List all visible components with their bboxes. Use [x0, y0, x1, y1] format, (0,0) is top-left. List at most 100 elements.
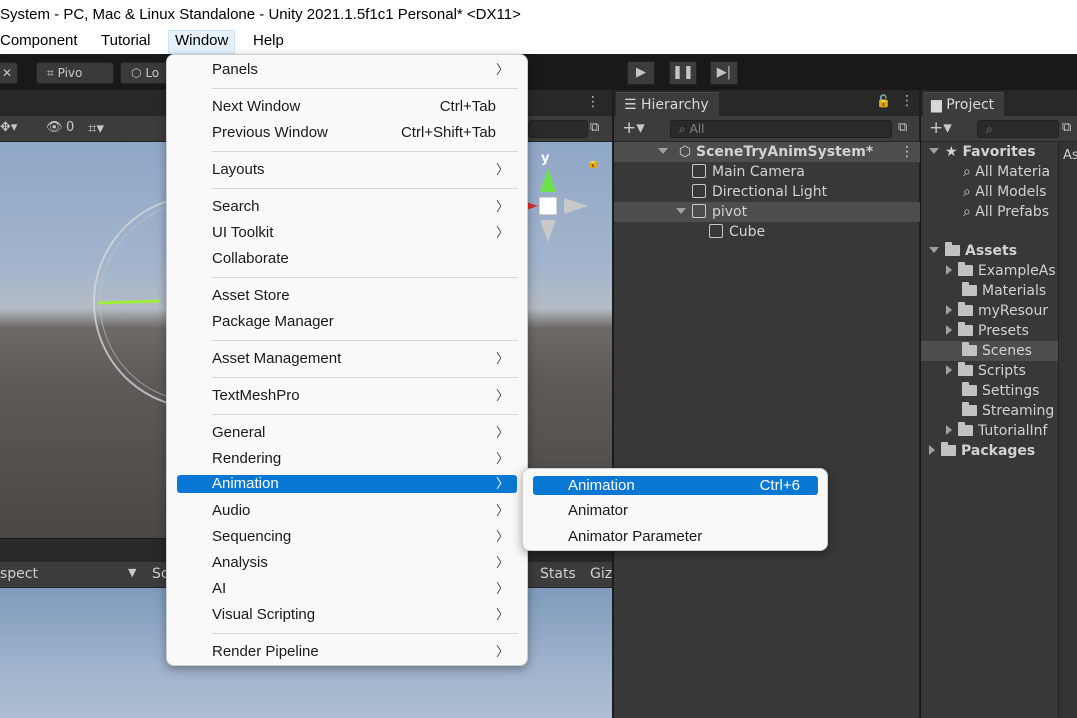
menu-item-search[interactable]: Search 〉	[177, 195, 517, 219]
favorite-item-all-prefabs[interactable]: ⌕ All Prefabs	[921, 202, 1058, 222]
scene-search-input[interactable]	[528, 120, 588, 138]
menu-help[interactable]: Help	[247, 30, 290, 54]
menu-item-textmeshpro[interactable]: TextMeshPro 〉	[177, 384, 517, 408]
hierarchy-item-main-camera[interactable]: Main Camera	[614, 162, 920, 182]
draw-mode-icon[interactable]: ✥▾	[0, 120, 17, 135]
visibility-count: 0	[66, 120, 75, 135]
packages-row[interactable]: Packages	[921, 441, 1058, 461]
menu-item-visual-scripting[interactable]: Visual Scripting 〉	[177, 603, 517, 627]
submenu-item-animation[interactable]: Animation Ctrl+6	[533, 476, 818, 495]
chevron-right-icon: 〉	[495, 607, 509, 622]
favorite-item-all-materials[interactable]: ⌕ All Materia	[921, 162, 1058, 182]
expand-arrow-icon[interactable]	[946, 325, 952, 335]
hierarchy-item-directional-light[interactable]: Directional Light	[614, 182, 920, 202]
aspect-dropdown[interactable]: spect	[0, 566, 38, 582]
submenu-item-animator[interactable]: Animator	[533, 501, 818, 520]
hierarchy-kebab-icon[interactable]: ⋮	[900, 93, 914, 109]
menu-item-audio[interactable]: Audio 〉	[177, 499, 517, 523]
menu-item-ai[interactable]: AI 〉	[177, 577, 517, 601]
menu-item-render-pipeline[interactable]: Render Pipeline 〉	[177, 640, 517, 664]
menu-item-label: Previous Window	[212, 124, 328, 141]
stats-button[interactable]: Stats	[540, 566, 576, 582]
expand-arrow-icon[interactable]	[929, 148, 939, 154]
menu-item-next-window[interactable]: Next Window Ctrl+Tab	[177, 95, 517, 119]
search-icon: ⌕	[986, 122, 993, 136]
project-add-button[interactable]: +▾	[929, 118, 952, 138]
hierarchy-search-placeholder: All	[689, 122, 705, 136]
hierarchy-search-toggle-icon[interactable]: ⧉	[898, 120, 907, 135]
expand-arrow-icon[interactable]	[929, 247, 939, 253]
tab-project[interactable]: ▆ Project	[923, 92, 1005, 116]
scene-search-toggle-icon[interactable]: ⧉	[590, 120, 599, 135]
expand-arrow-icon[interactable]	[929, 445, 935, 455]
asset-folder-myresources[interactable]: myResour	[921, 301, 1058, 321]
asset-folder-exampleassets[interactable]: ExampleAs	[921, 261, 1058, 281]
folder-label: ExampleAs	[978, 263, 1056, 279]
menu-item-asset-management[interactable]: Asset Management 〉	[177, 347, 517, 371]
menu-item-package-manager[interactable]: Package Manager	[177, 310, 517, 334]
project-search-toggle-icon[interactable]: ⧉	[1062, 120, 1071, 135]
menu-separator	[212, 377, 518, 378]
asset-folder-settings[interactable]: Settings	[921, 381, 1058, 401]
project-panel: ▆ Project +▾ ⌕ ⧉ ★ Favorites ⌕ All Mater…	[920, 90, 1077, 718]
submenu-item-animator-parameter[interactable]: Animator Parameter	[533, 527, 818, 546]
scene-root-row[interactable]: ⬡ SceneTryAnimSystem* ⋮	[614, 142, 920, 162]
expand-arrow-icon[interactable]	[946, 265, 952, 275]
menu-item-label: Layouts	[212, 161, 265, 178]
grid-icon[interactable]: ⌗▾	[88, 119, 104, 137]
asset-folder-presets[interactable]: Presets	[921, 321, 1058, 341]
scene-kebab-icon[interactable]: ⋮	[900, 142, 914, 162]
menu-item-collaborate[interactable]: Collaborate	[177, 247, 517, 271]
asset-folder-materials[interactable]: Materials	[921, 281, 1058, 301]
menu-window[interactable]: Window	[168, 30, 236, 54]
local-toggle-button[interactable]: ⬡ Lo	[120, 62, 170, 84]
menu-item-sequencing[interactable]: Sequencing 〉	[177, 525, 517, 549]
menu-item-layouts[interactable]: Layouts 〉	[177, 158, 517, 182]
menu-item-panels[interactable]: Panels 〉	[177, 58, 517, 82]
packages-label: Packages	[961, 443, 1036, 459]
step-button[interactable]: ▶|	[710, 61, 738, 85]
menu-item-general[interactable]: General 〉	[177, 421, 517, 445]
folder-icon	[962, 342, 977, 356]
expand-arrow-icon[interactable]	[946, 365, 952, 375]
menu-item-ui-toolkit[interactable]: UI Toolkit 〉	[177, 221, 517, 245]
folder-label: Streaming	[982, 403, 1055, 419]
expand-arrow-icon[interactable]	[946, 305, 952, 315]
hierarchy-item-pivot[interactable]: pivot	[614, 202, 920, 222]
pivot-toggle-button[interactable]: ⌗ Pivo	[36, 62, 114, 84]
hierarchy-lock-icon[interactable]: 🔓	[876, 94, 891, 108]
menu-item-asset-store[interactable]: Asset Store	[177, 284, 517, 308]
transform-tool-button[interactable]: ✕	[0, 62, 18, 84]
asset-folder-tutorialinfo[interactable]: TutorialInf	[921, 421, 1058, 441]
tab-hierarchy[interactable]: ☰ Hierarchy	[616, 92, 719, 116]
window-title-bar: System - PC, Mac & Linux Standalone - Un…	[0, 0, 1077, 30]
favorite-item-all-models[interactable]: ⌕ All Models	[921, 182, 1058, 202]
lock-icon[interactable]: 🔒	[586, 156, 600, 169]
hierarchy-search-input[interactable]: ⌕ All	[670, 120, 892, 138]
menu-item-previous-window[interactable]: Previous Window Ctrl+Shift+Tab	[177, 121, 517, 145]
assets-row[interactable]: Assets	[921, 241, 1058, 261]
play-button[interactable]: ▶	[627, 61, 655, 85]
menu-item-analysis[interactable]: Analysis 〉	[177, 551, 517, 575]
pause-button[interactable]: ❚❚	[669, 61, 697, 85]
project-search-input[interactable]: ⌕	[977, 120, 1059, 138]
favorites-row[interactable]: ★ Favorites	[921, 142, 1058, 162]
gizmos-button[interactable]: Giz	[590, 566, 612, 582]
menu-item-rendering[interactable]: Rendering 〉	[177, 447, 517, 471]
menu-item-animation[interactable]: Animation 〉	[177, 475, 517, 493]
expand-arrow-icon[interactable]	[946, 425, 952, 435]
hierarchy-add-button[interactable]: +▾	[622, 118, 645, 138]
asset-folder-streamingassets[interactable]: Streaming	[921, 401, 1058, 421]
chevron-right-icon: 〉	[495, 529, 509, 544]
expand-arrow-icon[interactable]	[658, 148, 668, 154]
menu-item-shortcut: Ctrl+Shift+Tab	[400, 124, 496, 141]
menu-component[interactable]: Component	[0, 30, 84, 54]
menu-tutorial[interactable]: Tutorial	[95, 30, 156, 54]
hierarchy-item-cube[interactable]: Cube	[614, 222, 920, 242]
asset-folder-scenes[interactable]: Scenes	[921, 341, 1058, 361]
asset-folder-scripts[interactable]: Scripts	[921, 361, 1058, 381]
scene-kebab-icon[interactable]: ⋮	[586, 94, 600, 110]
expand-arrow-icon[interactable]	[676, 208, 686, 214]
visibility-icon[interactable]: 👁	[46, 120, 63, 135]
menu-separator	[212, 151, 518, 152]
